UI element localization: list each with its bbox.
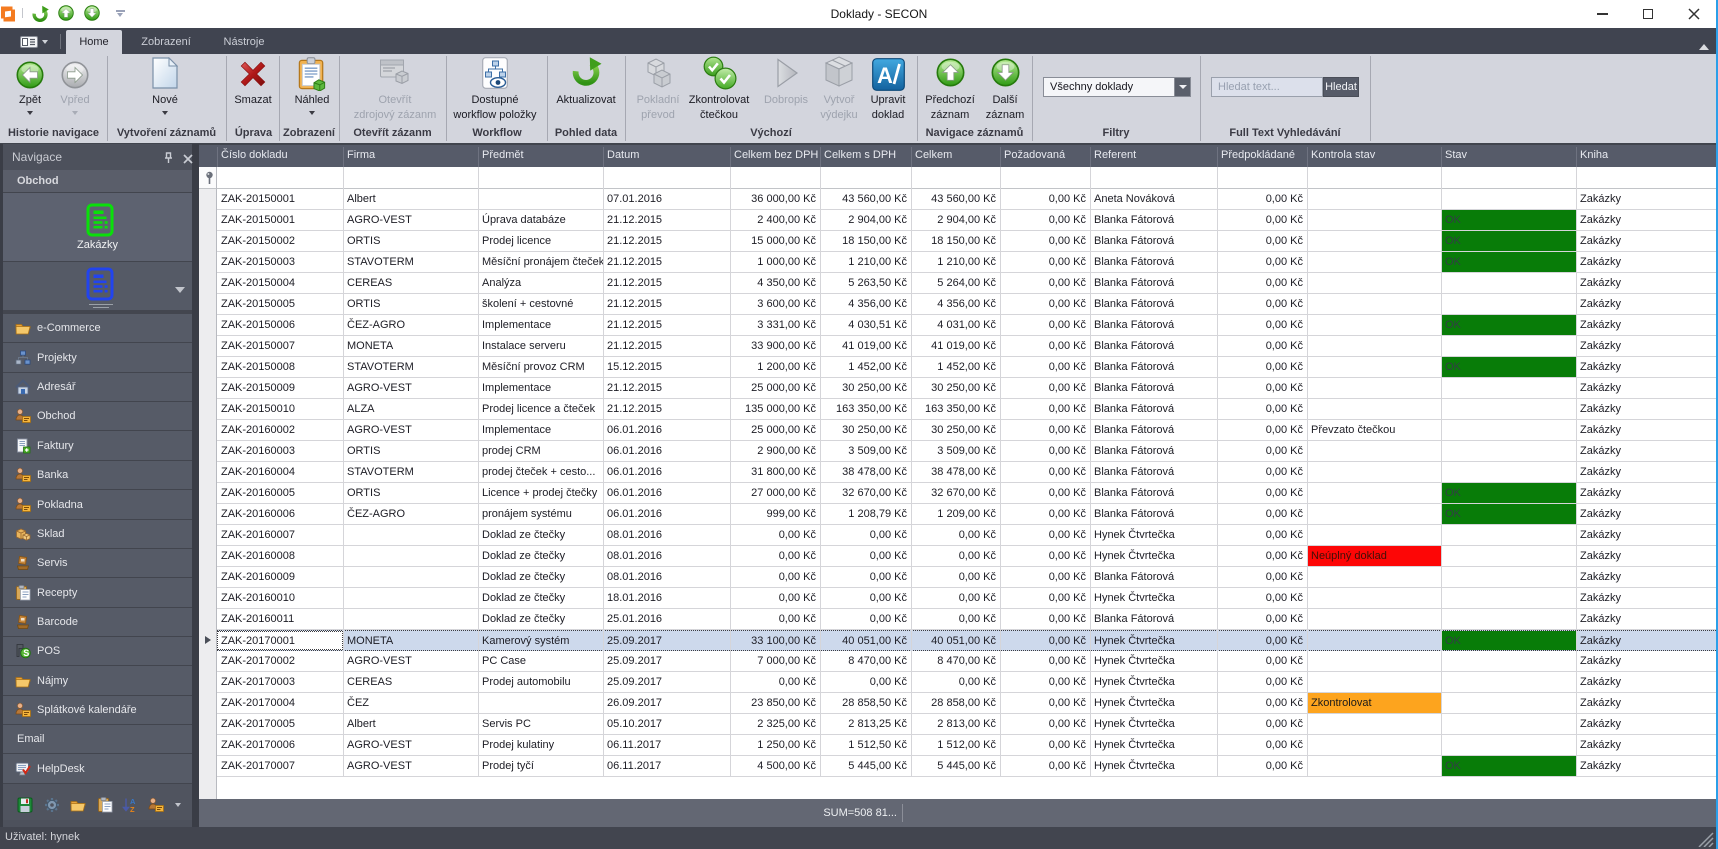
svg-text:A: A: [877, 63, 893, 88]
svg-text:Z: Z: [130, 805, 135, 813]
svg-text:S: S: [23, 648, 29, 658]
